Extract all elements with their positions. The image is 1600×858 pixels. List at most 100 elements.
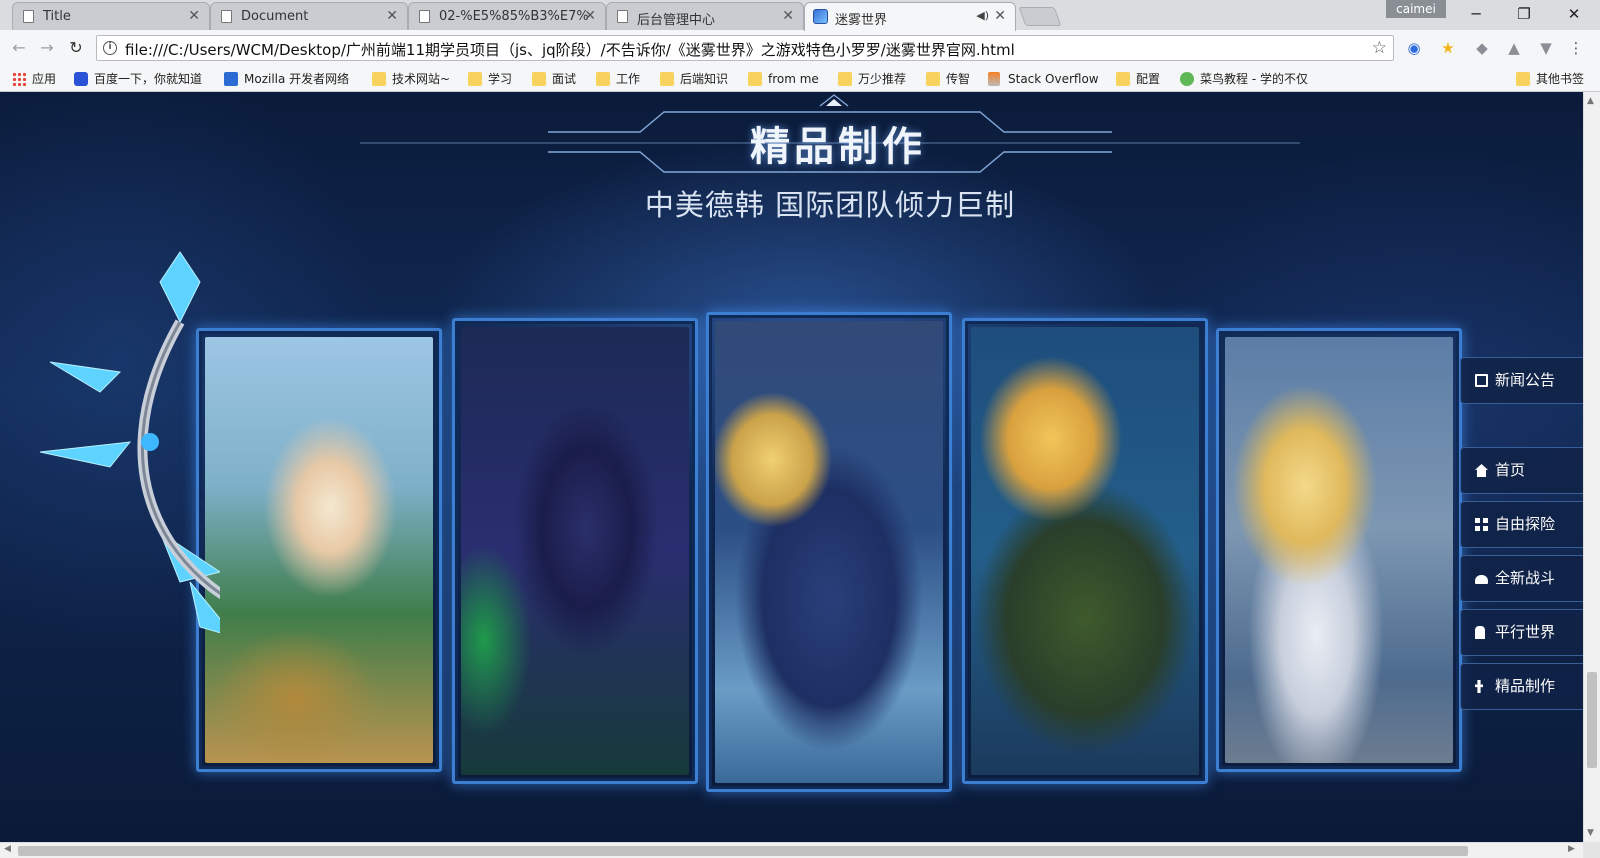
bookmark-label: 学习 bbox=[488, 72, 513, 86]
page-icon bbox=[419, 10, 430, 23]
mozilla-icon bbox=[224, 72, 238, 86]
profile-badge[interactable]: caimei bbox=[1386, 0, 1446, 18]
folder-icon bbox=[532, 72, 546, 86]
card-artwork bbox=[1225, 337, 1453, 763]
section-subtitle: 中美德韩 国际团队倾力巨制 bbox=[644, 188, 1016, 222]
world-icon bbox=[1475, 626, 1485, 639]
bookmark-folder-study[interactable]: 学习 bbox=[468, 69, 512, 89]
bookmark-apps[interactable]: 应用 bbox=[12, 69, 56, 89]
home-icon bbox=[1475, 464, 1488, 477]
scroll-thumb[interactable] bbox=[1587, 672, 1597, 768]
scroll-right-arrow-icon[interactable]: ▶ bbox=[1568, 844, 1575, 854]
address-bar[interactable]: i file:///C:/Users/WCM/Desktop/广州前端11期学员… bbox=[96, 35, 1394, 61]
character-card-ice-princess[interactable] bbox=[706, 312, 952, 792]
tab-document[interactable]: Document ✕ bbox=[210, 2, 408, 30]
tab-label: 02-%E5%85%B3%E7% bbox=[439, 9, 589, 24]
scroll-left-arrow-icon[interactable]: ◀ bbox=[4, 844, 11, 854]
bookmark-folder-tech[interactable]: 技术网站~ bbox=[372, 69, 450, 89]
sidenav-battle[interactable]: 全新战斗 bbox=[1460, 555, 1583, 602]
sidenav-news[interactable]: 新闻公告 bbox=[1460, 357, 1583, 404]
tab-label: 迷雾世界 bbox=[835, 13, 888, 28]
tab-admin-center[interactable]: 后台管理中心 ✕ bbox=[606, 2, 804, 30]
bookmark-runoob[interactable]: 菜鸟教程 - 学的不仅 bbox=[1180, 69, 1308, 89]
scrollbar-corner bbox=[1583, 842, 1600, 858]
bookmark-label: 技术网站~ bbox=[392, 72, 451, 86]
tab-mist-world[interactable]: 迷雾世界 ◀) ✕ bbox=[804, 2, 1016, 31]
sidenav-home[interactable]: 首页 bbox=[1460, 447, 1583, 494]
minimize-icon[interactable]: ─ bbox=[1458, 3, 1494, 25]
bookmark-folder-recommend[interactable]: 万少推荐 bbox=[838, 69, 906, 89]
bookmark-label: 菜鸟教程 - 学的不仅 bbox=[1200, 72, 1308, 86]
bookmark-folder-from-me[interactable]: from me bbox=[748, 69, 819, 89]
bookmark-label: 配置 bbox=[1136, 72, 1161, 86]
close-tab-icon[interactable]: ✕ bbox=[994, 8, 1006, 24]
horizontal-scrollbar[interactable]: ◀ ▶ bbox=[0, 842, 1583, 858]
card-artwork bbox=[461, 327, 689, 775]
back-arrow-icon[interactable]: ← bbox=[8, 37, 30, 59]
close-tab-icon[interactable]: ✕ bbox=[188, 8, 200, 24]
apps-icon bbox=[12, 72, 26, 86]
vue-extension-icon[interactable]: ▼ bbox=[1536, 38, 1556, 58]
scroll-thumb[interactable] bbox=[18, 846, 1468, 856]
close-tab-icon[interactable]: ✕ bbox=[584, 8, 596, 24]
bookmark-folder-chuanzhi[interactable]: 传智 bbox=[926, 69, 970, 89]
tab-label: Title bbox=[43, 9, 71, 24]
card-artwork bbox=[205, 337, 433, 763]
sidenav-explore[interactable]: 自由探险 bbox=[1460, 501, 1583, 548]
bookmark-folder-backend[interactable]: 后端知识 bbox=[660, 69, 728, 89]
vertical-scrollbar[interactable]: ▲ ▼ bbox=[1583, 92, 1600, 842]
crystal-bow-icon bbox=[39, 251, 220, 634]
scroll-up-arrow-icon[interactable]: ▲ bbox=[1587, 96, 1594, 106]
bookmark-label: Mozilla 开发者网络 bbox=[244, 72, 350, 86]
sidenav-parallel-world[interactable]: 平行世界 bbox=[1460, 609, 1583, 656]
new-tab-button[interactable] bbox=[1018, 7, 1062, 26]
folder-icon bbox=[660, 72, 674, 86]
character-card-light-fairy[interactable] bbox=[1216, 328, 1462, 772]
bookmarks-bar: 应用 百度一下，你就知道 Mozilla 开发者网络 技术网站~ 学习 面试 工… bbox=[0, 66, 1600, 92]
stackoverflow-icon bbox=[988, 72, 1000, 86]
forward-arrow-icon[interactable]: → bbox=[36, 37, 58, 59]
menu-kebab-icon[interactable]: ⋮ bbox=[1566, 38, 1586, 58]
toolbar: ← → ↻ i file:///C:/Users/WCM/Desktop/广州前… bbox=[0, 30, 1600, 66]
character-card-elf-archer[interactable] bbox=[196, 328, 442, 772]
sidenav-craft[interactable]: 精品制作 bbox=[1460, 663, 1583, 710]
bookmark-label: 应用 bbox=[32, 72, 57, 86]
bookmark-folder-config[interactable]: 配置 bbox=[1116, 69, 1160, 89]
card-artwork bbox=[715, 321, 943, 783]
tab-title[interactable]: Title ✕ bbox=[12, 2, 210, 30]
angular-extension-icon[interactable]: ▲ bbox=[1504, 38, 1524, 58]
info-icon[interactable]: i bbox=[103, 41, 117, 55]
url-text[interactable]: file:///C:/Users/WCM/Desktop/广州前端11期学员项目… bbox=[125, 39, 1015, 60]
close-window-icon[interactable]: ✕ bbox=[1556, 3, 1592, 25]
bookmark-baidu[interactable]: 百度一下，你就知道 bbox=[74, 69, 202, 89]
runoob-icon bbox=[1180, 72, 1194, 86]
favorites-extension-icon[interactable]: ★ bbox=[1438, 38, 1458, 58]
bookmark-other[interactable]: 其他书签 bbox=[1516, 69, 1584, 89]
restore-icon[interactable]: ❐ bbox=[1506, 3, 1542, 25]
bookmark-star-icon[interactable]: ☆ bbox=[1372, 38, 1387, 58]
layers-extension-icon[interactable]: ◆ bbox=[1472, 38, 1492, 58]
tab-label: Document bbox=[241, 9, 309, 24]
close-tab-icon[interactable]: ✕ bbox=[386, 8, 398, 24]
bookmark-stackoverflow[interactable]: Stack Overflow bbox=[988, 69, 1099, 89]
bookmark-mdn[interactable]: Mozilla 开发者网络 bbox=[224, 69, 349, 89]
reload-icon[interactable]: ↻ bbox=[65, 37, 87, 59]
close-tab-icon[interactable]: ✕ bbox=[782, 8, 794, 24]
tab-encoded-url[interactable]: 02-%E5%85%B3%E7% ✕ bbox=[408, 2, 606, 30]
character-card-hooded-shadow[interactable] bbox=[452, 318, 698, 784]
bookmark-folder-interview[interactable]: 面试 bbox=[532, 69, 576, 89]
folder-icon bbox=[1116, 72, 1130, 86]
translate-extension-icon[interactable]: ◉ bbox=[1404, 38, 1424, 58]
page-icon bbox=[23, 10, 34, 23]
tab-strip: Title ✕ Document ✕ 02-%E5%85%B3%E7% ✕ 后台… bbox=[0, 0, 1600, 31]
sidenav-label: 首页 bbox=[1495, 461, 1526, 479]
bookmark-label: 传智 bbox=[946, 72, 971, 86]
bookmark-label: 万少推荐 bbox=[858, 72, 907, 86]
grid-icon bbox=[1475, 518, 1488, 531]
speaker-icon[interactable]: ◀) bbox=[976, 9, 989, 22]
bookmark-label: 工作 bbox=[616, 72, 641, 86]
craft-icon bbox=[1475, 680, 1483, 693]
bookmark-folder-work[interactable]: 工作 bbox=[596, 69, 640, 89]
character-card-golden-warrior[interactable] bbox=[962, 318, 1208, 784]
scroll-down-arrow-icon[interactable]: ▼ bbox=[1587, 828, 1594, 838]
